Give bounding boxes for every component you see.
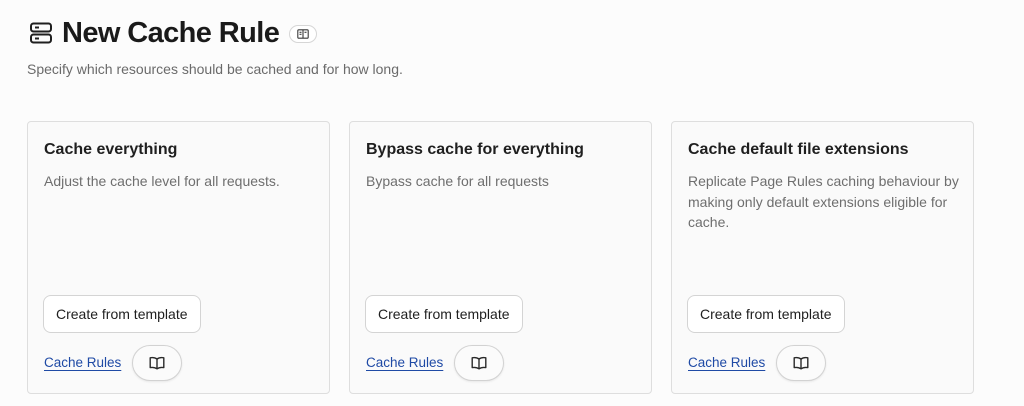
cache-rules-link[interactable]: Cache Rules [688,355,765,370]
create-from-template-button[interactable]: Create from template [687,295,845,333]
card-title: Bypass cache for everything [366,141,584,158]
cache-rules-link[interactable]: Cache Rules [44,355,121,370]
page: New Cache Rule Specify which resources s… [0,0,1024,406]
card-description: Bypass cache for all requests [366,173,549,189]
create-from-template-button[interactable]: Create from template [365,295,523,333]
documentation-icon [297,29,309,39]
template-card-bypass-cache: Bypass cache for everything Bypass cache… [349,121,652,394]
template-card-cache-everything: Cache everything Adjust the cache level … [27,121,330,394]
card-description: Adjust the cache level for all requests. [44,173,280,189]
documentation-button[interactable] [132,345,182,381]
template-card-default-extensions: Cache default file extensions Replicate … [671,121,974,394]
page-header: New Cache Rule [28,16,318,50]
create-from-template-button[interactable]: Create from template [43,295,201,333]
page-subtitle: Specify which resources should be cached… [27,61,403,77]
card-description: Replicate Page Rules caching behaviour b… [688,173,959,230]
book-icon [793,356,809,370]
book-icon [149,356,165,370]
cache-rules-link[interactable]: Cache Rules [366,355,443,370]
book-icon [471,356,487,370]
documentation-badge[interactable] [289,25,318,43]
documentation-button[interactable] [454,345,504,381]
card-title: Cache default file extensions [688,141,909,158]
card-title: Cache everything [44,141,178,158]
page-title: New Cache Rule [62,17,280,49]
server-stack-icon [28,20,54,46]
documentation-button[interactable] [776,345,826,381]
